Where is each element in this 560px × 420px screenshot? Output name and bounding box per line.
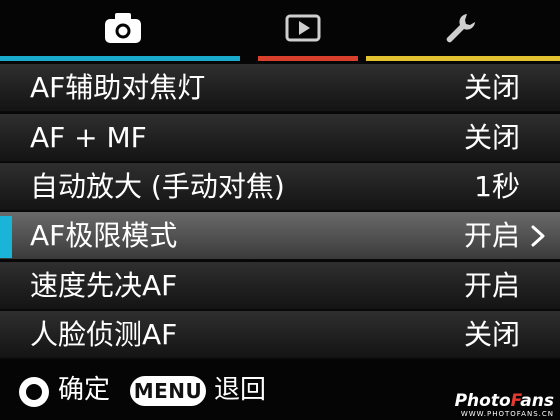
menu-item-af-priority[interactable]: 速度先决AF 开启 [0, 262, 560, 310]
watermark-url: WWW.PHOTOFANS.CN [460, 410, 554, 418]
camera-icon [105, 13, 141, 43]
tab-underline-playback [258, 56, 358, 61]
back-label: 退回 [214, 375, 267, 405]
camera-menu-screen: AF辅助对焦灯 关闭 AF + MF 关闭 自动放大 (手动对焦) 1秒 AF极… [0, 0, 560, 420]
menu-item-label: 人脸侦测AF [30, 318, 178, 351]
menu-item-mf-assist-zoom[interactable]: 自动放大 (手动对焦) 1秒 [0, 163, 560, 211]
menu-item-value: 开启 [463, 269, 520, 302]
ok-button-icon [19, 377, 49, 407]
chevron-right-icon [531, 225, 545, 247]
tab-playback[interactable] [243, 0, 363, 56]
menu-item-label: AF极限模式 [30, 219, 178, 252]
confirm-label: 确定 [58, 375, 111, 405]
tab-underline-shooting [0, 56, 240, 61]
menu-item-value: 1秒 [474, 170, 520, 203]
wrench-icon [446, 14, 475, 43]
tab-shooting[interactable] [63, 0, 183, 56]
menu-item-value: 关闭 [463, 121, 520, 154]
menu-item-label: 自动放大 (手动对焦) [30, 170, 285, 203]
settings-menu: AF辅助对焦灯 关闭 AF + MF 关闭 自动放大 (手动对焦) 1秒 AF极… [0, 62, 560, 359]
play-icon [285, 14, 321, 42]
button-guide: 确定 MENU 退回 PhotoFans WWW.PHOTOFANS.CN [0, 360, 560, 420]
menu-item-label: AF辅助对焦灯 [30, 71, 206, 104]
menu-item-value: 开启 [463, 219, 520, 252]
tab-setup[interactable] [400, 0, 520, 56]
photofans-watermark: PhotoFans WWW.PHOTOFANS.CN [455, 392, 554, 418]
menu-item-face-detect-af[interactable]: 人脸侦测AF 关闭 [0, 311, 560, 359]
menu-item-label: AF + MF [30, 121, 147, 154]
menu-button[interactable]: MENU [130, 376, 206, 406]
menu-item-af-limiter[interactable]: AF极限模式 开启 [0, 212, 560, 260]
tab-underline [0, 56, 560, 61]
menu-item-af-illuminator[interactable]: AF辅助对焦灯 关闭 [0, 64, 560, 112]
menu-item-af-mf[interactable]: AF + MF 关闭 [0, 114, 560, 162]
menu-item-value: 关闭 [463, 71, 520, 104]
selection-marker [0, 216, 12, 258]
tab-underline-setup [366, 56, 560, 61]
menu-item-label: 速度先决AF [30, 269, 178, 302]
watermark-brand: PhotoFans [454, 391, 554, 411]
tab-bar [0, 0, 560, 62]
menu-item-value: 关闭 [463, 318, 520, 351]
